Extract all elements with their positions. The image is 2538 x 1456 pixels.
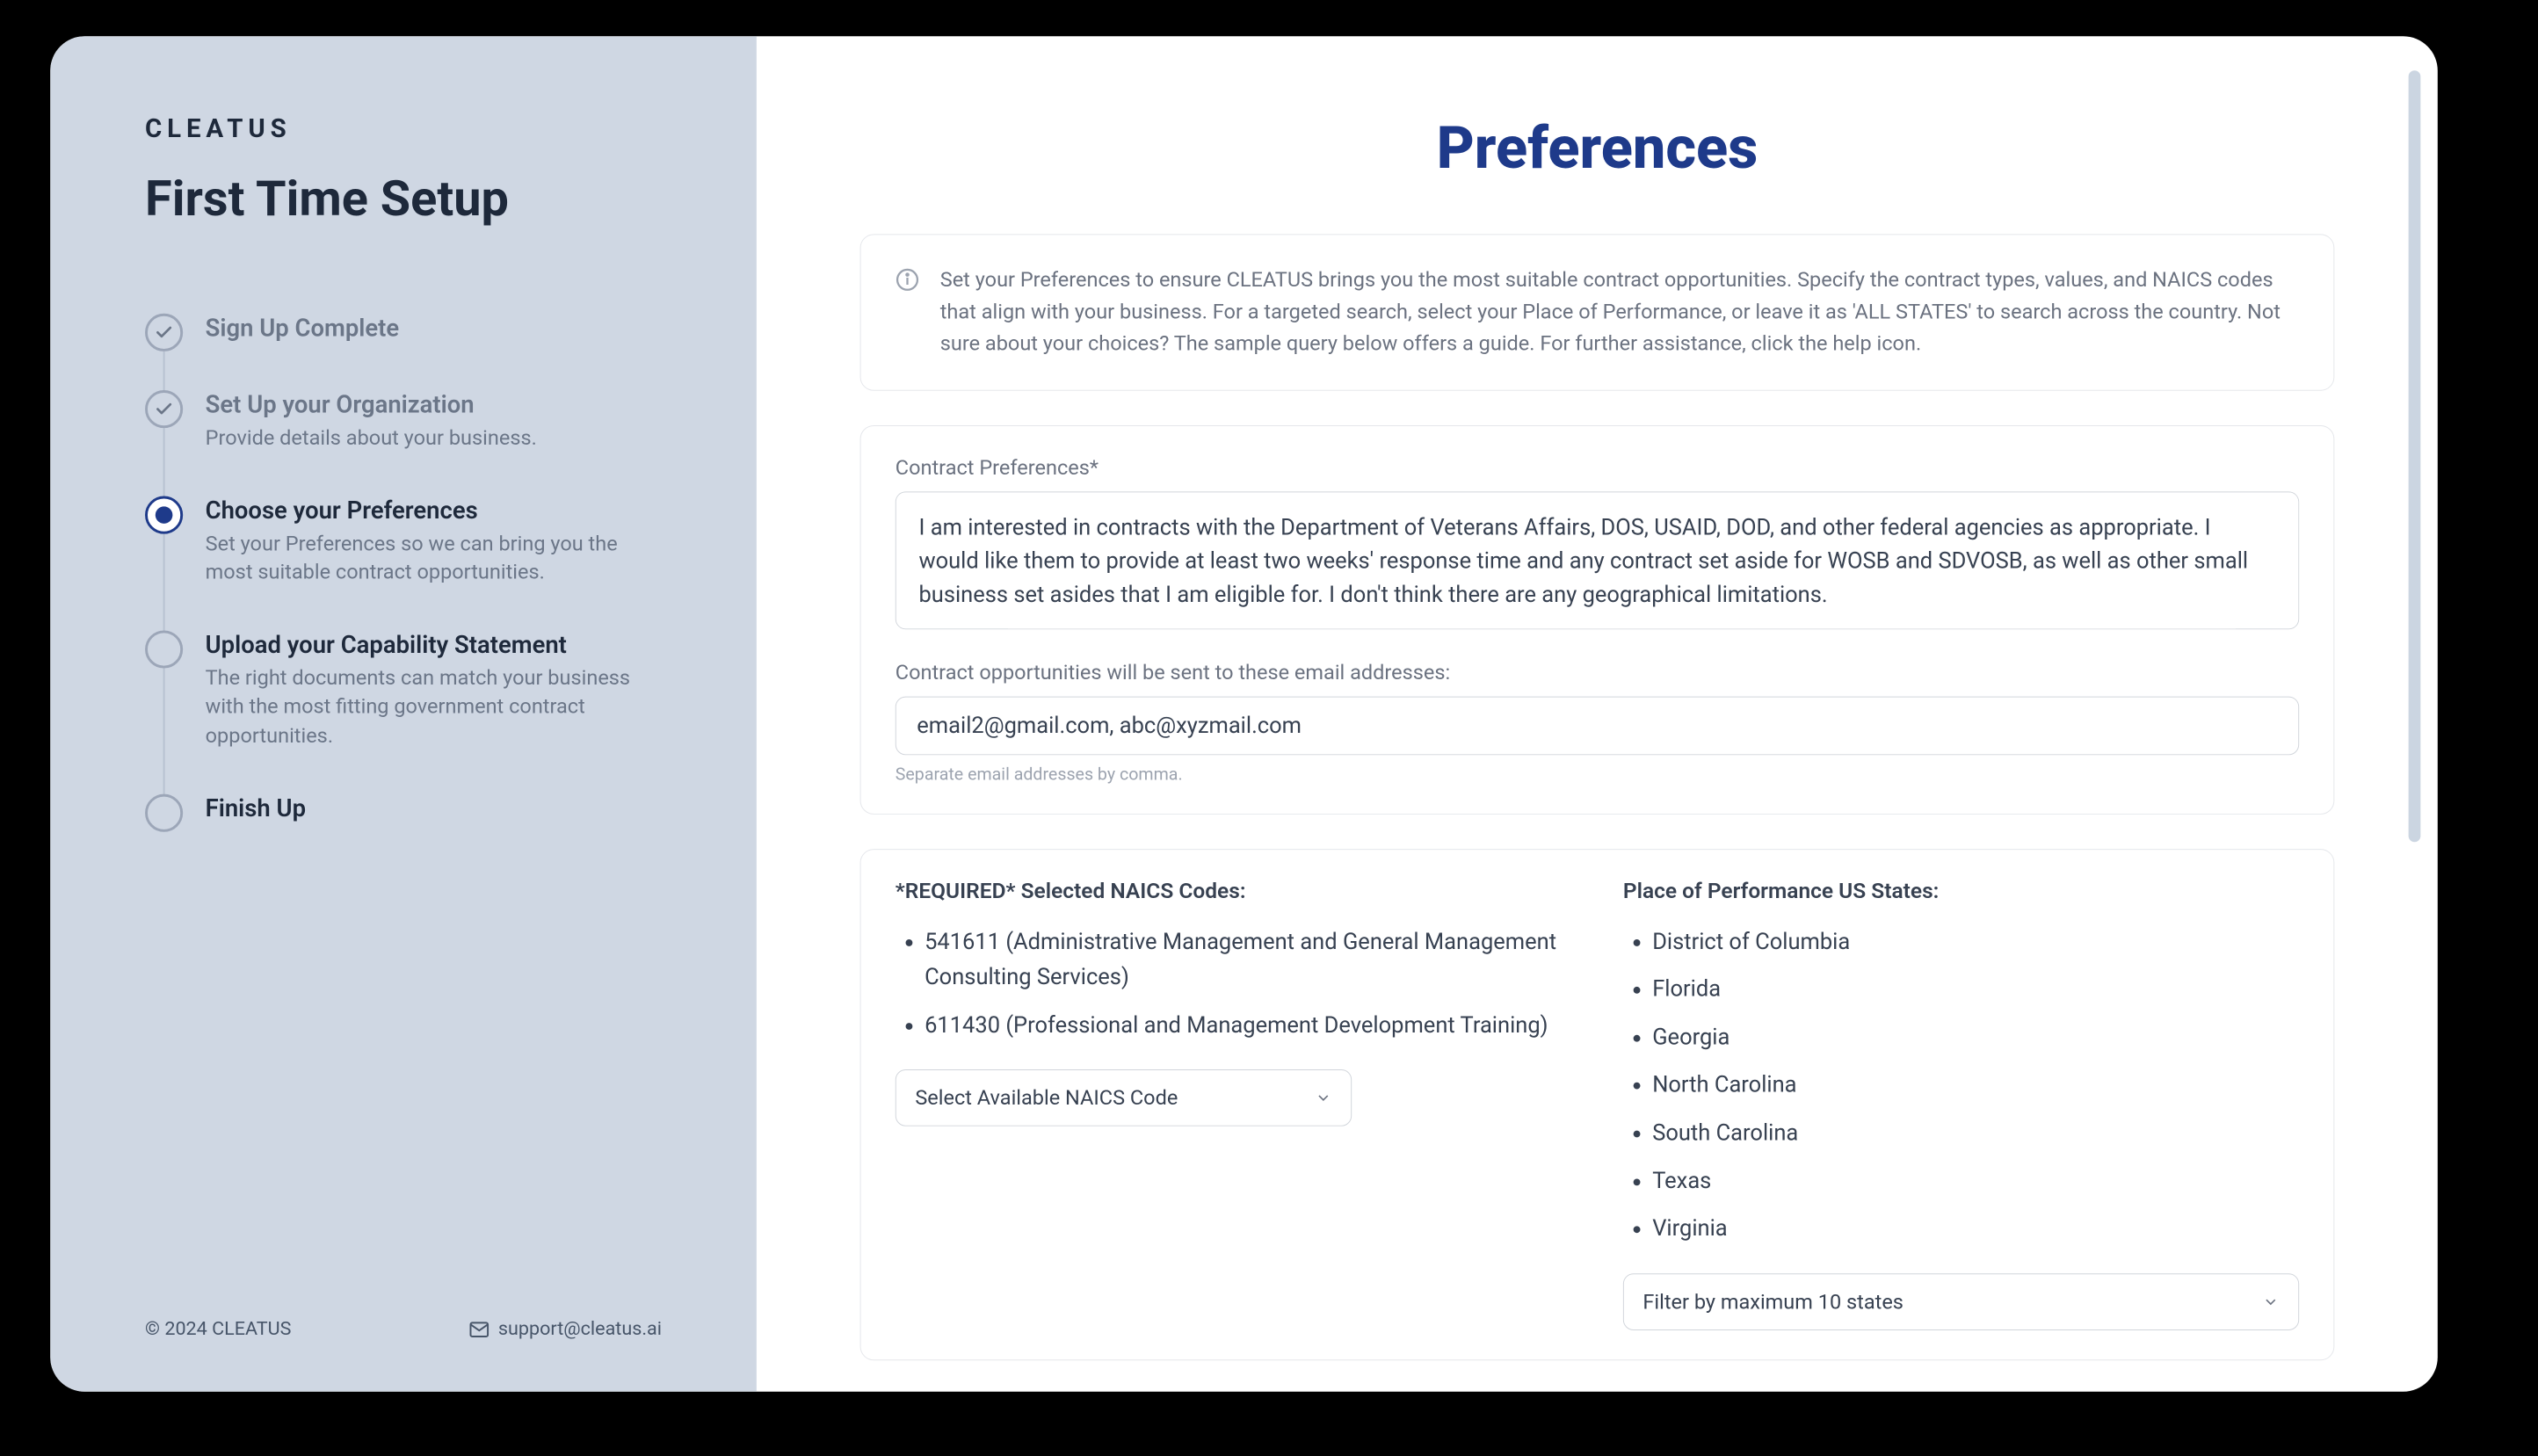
sidebar: CLEATUS First Time Setup Sign Up Complet… xyxy=(50,36,757,1392)
step-desc: Set your Preferences so we can bring you… xyxy=(206,529,662,587)
naics-label: *REQUIRED* Selected NAICS Codes: xyxy=(896,879,1571,903)
main-title: Preferences xyxy=(859,113,2334,182)
naics-item: 611430 (Professional and Management Deve… xyxy=(925,1008,1571,1044)
states-column: Place of Performance US States: District… xyxy=(1623,879,2299,1330)
check-icon xyxy=(145,313,183,351)
info-card: Set your Preferences to ensure CLEATUS b… xyxy=(859,234,2334,390)
support-email: support@cleatus.ai xyxy=(498,1318,662,1340)
scrollbar[interactable] xyxy=(2408,70,2420,1357)
copyright: © 2024 CLEATUS xyxy=(145,1318,291,1340)
page-title: First Time Setup xyxy=(145,170,662,228)
step-title: Set Up your Organization xyxy=(206,390,662,418)
app-logo: CLEATUS xyxy=(145,113,662,143)
step-title: Sign Up Complete xyxy=(206,313,662,341)
contract-prefs-label: Contract Preferences* xyxy=(896,455,2299,479)
step-title: Choose your Preferences xyxy=(206,496,662,524)
step-signup-complete[interactable]: Sign Up Complete xyxy=(145,313,662,389)
app-window: CLEATUS First Time Setup Sign Up Complet… xyxy=(50,36,2438,1392)
active-step-icon xyxy=(145,496,183,533)
naics-column: *REQUIRED* Selected NAICS Codes: 541611 … xyxy=(896,879,1571,1330)
check-icon xyxy=(145,390,183,428)
states-select[interactable]: Filter by maximum 10 states xyxy=(1623,1273,2299,1330)
info-icon xyxy=(896,267,919,294)
state-item: District of Columbia xyxy=(1652,924,2299,960)
state-item: Georgia xyxy=(1652,1020,2299,1056)
step-title: Finish Up xyxy=(206,793,662,822)
mail-icon xyxy=(469,1318,490,1339)
state-item: Virginia xyxy=(1652,1212,2299,1248)
email-label: Contract opportunities will be sent to t… xyxy=(896,660,2299,684)
naics-item: 541611 (Administrative Management and Ge… xyxy=(925,924,1571,996)
pending-step-icon xyxy=(145,630,183,668)
step-upload-capability[interactable]: Upload your Capability Statement The rig… xyxy=(145,630,662,793)
naics-list: 541611 (Administrative Management and Ge… xyxy=(896,924,1571,1044)
states-list: District of Columbia Florida Georgia Nor… xyxy=(1623,924,2299,1248)
contract-prefs-card: Contract Preferences* Contract opportuni… xyxy=(859,424,2334,814)
step-title: Upload your Capability Statement xyxy=(206,630,662,658)
main-content: Preferences Set your Preferences to ensu… xyxy=(757,36,2438,1392)
support-link[interactable]: support@cleatus.ai xyxy=(469,1318,663,1340)
contract-prefs-textarea[interactable] xyxy=(896,491,2299,629)
chevron-down-icon xyxy=(1315,1090,1332,1107)
naics-select-placeholder: Select Available NAICS Code xyxy=(915,1086,1178,1110)
states-label: Place of Performance US States: xyxy=(1623,879,2299,903)
email-input[interactable] xyxy=(896,696,2299,755)
info-text: Set your Preferences to ensure CLEATUS b… xyxy=(940,264,2299,359)
step-setup-org[interactable]: Set Up your Organization Provide details… xyxy=(145,390,662,496)
step-choose-preferences[interactable]: Choose your Preferences Set your Prefere… xyxy=(145,496,662,630)
pending-step-icon xyxy=(145,793,183,831)
states-select-placeholder: Filter by maximum 10 states xyxy=(1642,1289,1904,1313)
device-frame: CLEATUS First Time Setup Sign Up Complet… xyxy=(18,4,2470,1424)
setup-steps: Sign Up Complete Set Up your Organizatio… xyxy=(145,313,662,870)
state-item: North Carolina xyxy=(1652,1068,2299,1104)
sidebar-footer: © 2024 CLEATUS support@cleatus.ai xyxy=(145,1318,662,1340)
scroll-thumb[interactable] xyxy=(2408,70,2420,842)
step-desc: The right documents can match your busin… xyxy=(206,663,662,750)
naics-select[interactable]: Select Available NAICS Code xyxy=(896,1069,1352,1126)
chevron-down-icon xyxy=(2262,1293,2280,1310)
naics-states-card: *REQUIRED* Selected NAICS Codes: 541611 … xyxy=(859,848,2334,1359)
state-item: Texas xyxy=(1652,1163,2299,1199)
state-item: Florida xyxy=(1652,972,2299,1008)
email-helper: Separate email addresses by comma. xyxy=(896,763,2299,784)
step-desc: Provide details about your business. xyxy=(206,424,662,453)
step-finish-up[interactable]: Finish Up xyxy=(145,793,662,870)
state-item: South Carolina xyxy=(1652,1116,2299,1152)
